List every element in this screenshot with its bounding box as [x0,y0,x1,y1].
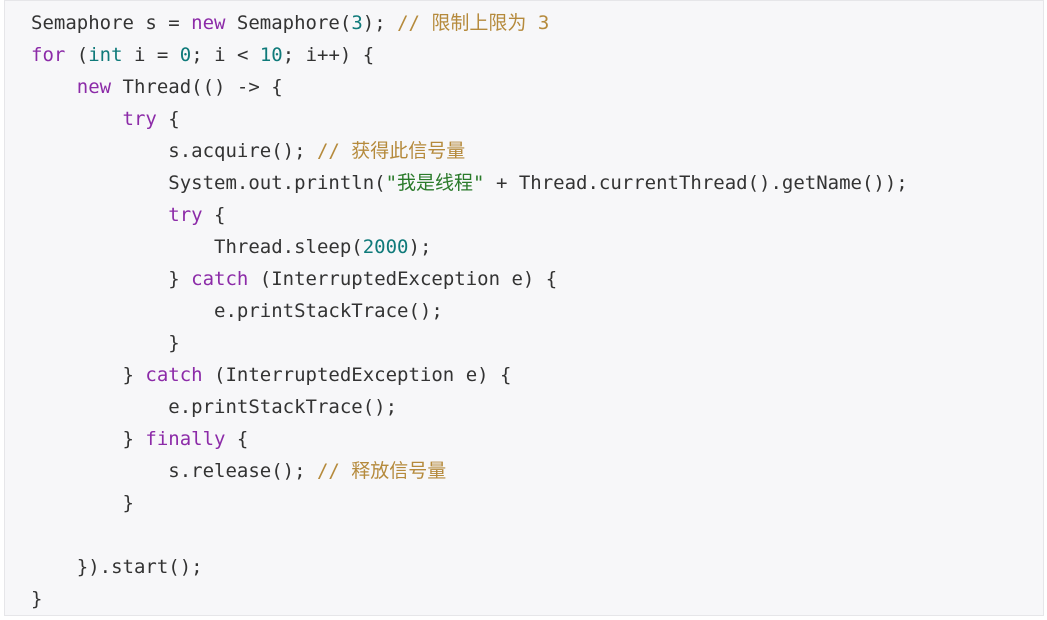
code-line: } [31,332,180,354]
code-line: e.printStackTrace(); [31,300,443,322]
code-line: } [31,492,134,514]
code-line: } catch (InterruptedException e) { [31,364,512,386]
code-line: Thread.sleep(2000); [31,236,432,258]
code-line: s.acquire(); // 获得此信号量 [31,140,466,162]
code-line: } catch (InterruptedException e) { [31,268,558,290]
code-line: System.out.println("我是线程" + Thread.curre… [31,172,908,194]
code-line: for (int i = 0; i < 10; i++) { [31,44,375,66]
code-line: } finally { [31,428,249,450]
code-line: }).start(); [31,556,203,578]
code-line: } [31,588,43,610]
code-line: try { [122,108,180,130]
code-block: Semaphore s = new Semaphore(3); // 限制上限为… [4,0,1044,616]
code-line: try { [168,204,226,226]
code-line: s.release(); // 释放信号量 [31,460,447,482]
code-line: e.printStackTrace(); [31,396,398,418]
code-line: Semaphore s = new Semaphore(3); // 限制上限为… [31,12,550,34]
code-content: Semaphore s = new Semaphore(3); // 限制上限为… [31,7,908,615]
code-line: new Thread(() -> { [76,76,283,98]
